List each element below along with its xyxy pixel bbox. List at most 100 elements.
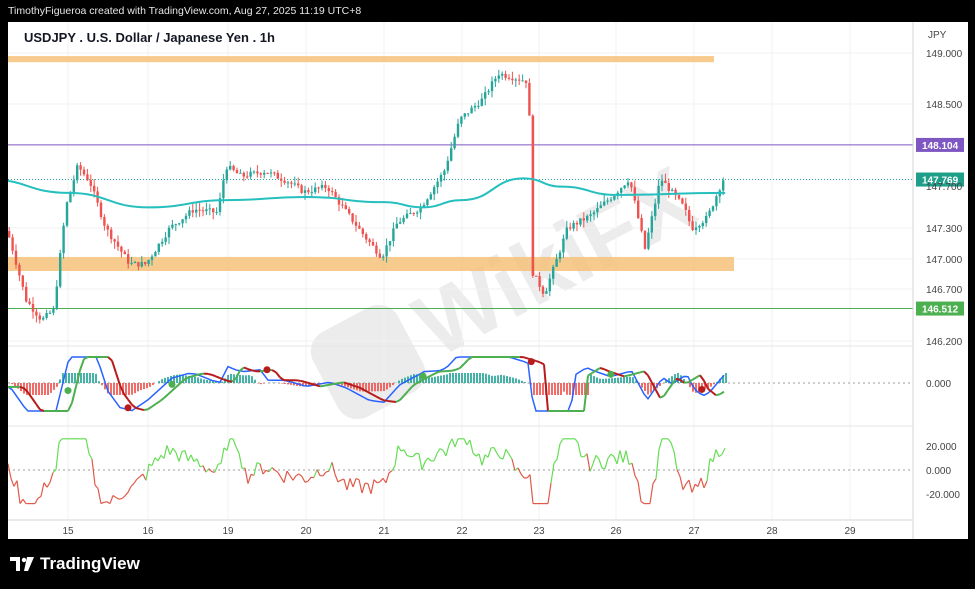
macd-bar [53,383,55,390]
macd-bar [599,378,601,383]
candle-body [252,171,256,173]
macd-bar [194,376,196,383]
oscillator-segment [358,479,363,494]
macd-signal-segment [195,373,201,377]
candle-body [433,187,436,195]
candle-body [28,301,31,304]
oscillator-segment [589,463,594,472]
oscillator-segment [262,469,267,475]
macd-bar [206,379,208,383]
candle-body [606,200,609,202]
time-tick-label: 22 [456,526,468,537]
oscillator-segment [352,478,357,488]
candle-body [246,176,249,178]
oscillator-segment [472,452,477,457]
macd-bar [383,383,385,392]
macd-bar [488,374,490,383]
oscillator-segment [367,483,372,494]
oscillator-segment [34,497,39,504]
candle-body [25,286,28,302]
macd-bar [611,378,613,383]
macd-bar [641,383,643,388]
macd-bar [146,383,148,389]
oscillator-segment [331,462,336,475]
macd-signal-segment [143,408,149,412]
candle-body [65,202,69,226]
macd-bar [500,374,502,383]
macd-bar [158,381,160,383]
candle-body [630,182,633,188]
candle-body [137,262,140,267]
macd-bar [617,377,619,383]
macd-bar [647,383,649,395]
macd-bar [377,383,379,392]
oscillator-segment [364,482,369,485]
candle-body [351,213,354,222]
oscillator-segment [433,453,438,462]
candle-body [395,223,398,229]
candle-body [167,227,171,238]
macd-bar [677,373,679,383]
candle-body [249,171,252,177]
candle-body [538,276,541,287]
oscillator-segment [94,484,99,490]
candle-body [599,205,602,209]
macd-bar [50,383,52,393]
oscillator-segment [328,462,333,472]
macd-bar [200,378,202,383]
oscillator-tick-label: -20.000 [926,490,960,501]
candle-body [123,251,126,255]
chart-svg[interactable]: WikiFX USDJPY . U.S. Dollar / Japanese Y… [0,22,968,539]
candle-body [412,213,415,215]
oscillator-segment [10,478,15,487]
macd-bar [197,377,199,383]
candle-body [358,225,361,229]
oscillator-segment [478,453,483,466]
macd-signal-segment [699,374,705,382]
oscillator-segment [442,450,447,457]
macd-signal-segment [159,397,165,402]
macd-bar [590,374,592,383]
oscillator-segment [400,449,405,452]
candle-body [521,80,524,82]
macd-signal-segment [635,371,641,375]
macd-signal-segment [147,405,153,411]
macd-bar [713,383,715,385]
macd-bar [605,378,607,383]
macd-signal-segment [383,399,389,402]
macd-signal-segment [715,393,721,397]
macd-bar [458,373,460,383]
oscillator-segment [418,453,423,471]
candle-body [545,291,548,294]
candle-body [276,172,279,179]
macd-bar [464,373,466,383]
candle-body [467,113,470,115]
macd-bar [524,382,526,383]
candle-body [698,226,701,228]
macd-signal-segment [239,366,245,372]
oscillator-segment [151,457,156,466]
chart-panel[interactable]: WikiFX USDJPY . U.S. Dollar / Japanese Y… [0,22,968,539]
oscillator-segment [712,449,717,462]
macd-signal-segment [539,361,545,366]
candle-body [48,312,52,314]
macd-bar [398,380,400,383]
macd-signal-segment [711,391,717,397]
candle-body [164,237,167,242]
macd-bar [89,373,91,383]
candle-body [181,219,184,224]
candle-body [528,82,531,116]
oscillator-segment [439,448,444,451]
candle-body [150,256,154,260]
candle-body [266,172,269,174]
time-tick-label: 26 [610,526,622,537]
candle-body [579,218,582,225]
oscillator-segment [481,454,486,466]
candle-body [382,256,385,258]
oscillator-segment [511,458,516,471]
macd-signal-segment [35,403,41,411]
macd-bar [548,383,550,395]
macd-bar [620,377,622,383]
oscillator-segment [598,458,603,469]
macd-bar [536,383,538,395]
